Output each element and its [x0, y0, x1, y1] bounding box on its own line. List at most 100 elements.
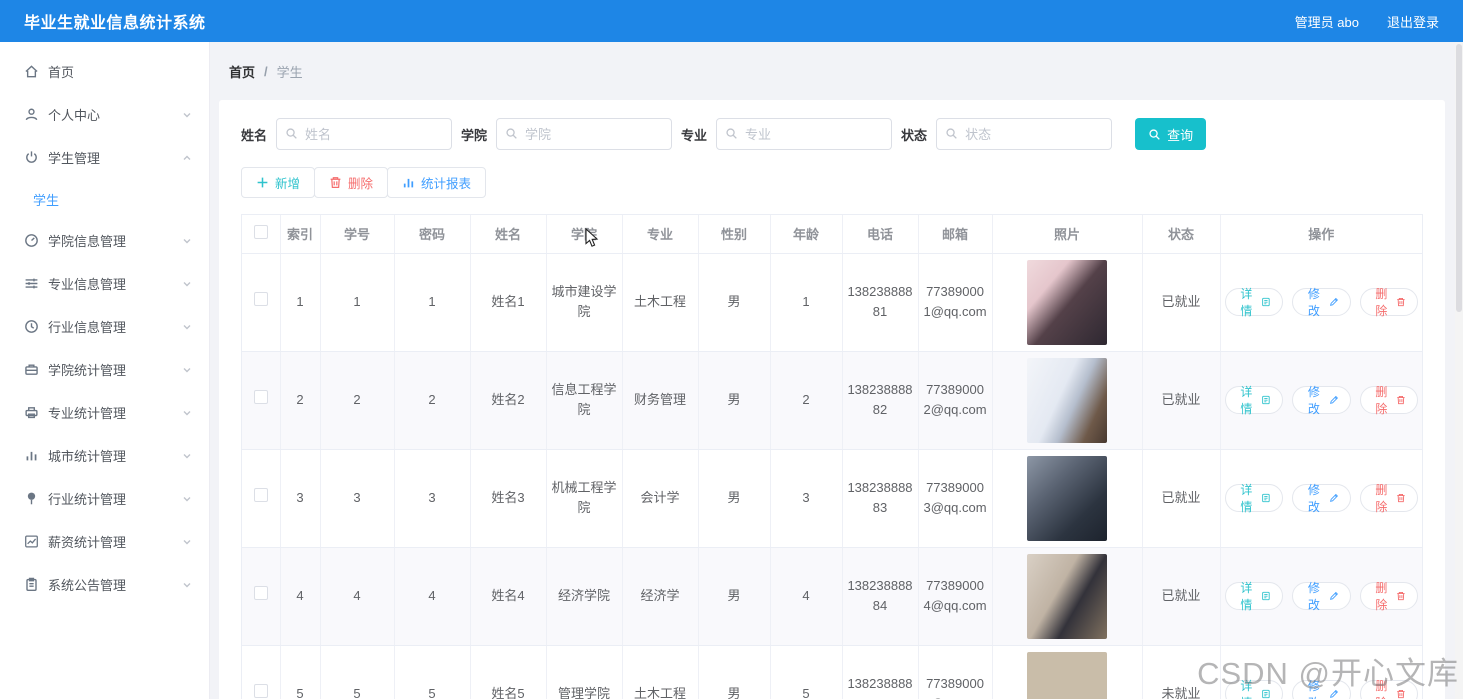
cell-name: 姓名5: [470, 645, 547, 699]
row-checkbox[interactable]: [253, 585, 268, 600]
remove-button[interactable]: 删除: [1359, 287, 1418, 318]
search-icon: [946, 128, 957, 139]
app-title: 毕业生就业信息统计系统: [24, 15, 206, 32]
cell-password: 5: [394, 645, 471, 699]
sidebar-item-label: 专业统计管理: [48, 406, 127, 421]
sidebar-item-label: 学生管理: [48, 151, 101, 166]
table-header-row: 索引 学号 密码 姓名 学院 专业 性别 年龄 电话 邮箱 照片 状态 操作: [242, 215, 1422, 254]
cell-index: 3: [280, 449, 321, 548]
chevron-down-icon: [183, 324, 191, 329]
filter-college: 学院: [461, 118, 673, 150]
sidebar-subitem-student[interactable]: 学生: [0, 179, 209, 219]
col-student-no: 学号: [320, 215, 395, 254]
breadcrumb-home[interactable]: 首页: [229, 62, 255, 81]
chevron-down-icon: [183, 582, 191, 587]
major-filter-input[interactable]: [716, 118, 893, 150]
document-icon: [1262, 395, 1270, 405]
search-icon: [726, 128, 737, 139]
sidebar-item-system-notice[interactable]: 系统公告管理: [0, 563, 209, 606]
sidebar-item-industry-info[interactable]: 行业信息管理: [0, 305, 209, 348]
detail-button[interactable]: 详情: [1224, 287, 1283, 318]
document-icon: [1262, 493, 1270, 503]
logout-link[interactable]: 退出登录: [1387, 12, 1439, 31]
cell-phone: 13823888882: [842, 351, 919, 450]
row-checkbox[interactable]: [253, 683, 268, 698]
edit-button[interactable]: 修改: [1292, 287, 1351, 318]
sidebar-subitem-label: 学生: [33, 192, 60, 208]
cell-name: 姓名3: [470, 449, 547, 548]
plus-icon: [257, 177, 268, 188]
col-password: 密码: [394, 215, 471, 254]
cell-email: 773890004@qq.com: [918, 547, 993, 646]
sidebar-item-major-info[interactable]: 专业信息管理: [0, 262, 209, 305]
current-user[interactable]: 管理员 abo: [1295, 12, 1359, 31]
pencil-icon: [1329, 297, 1338, 306]
edit-button[interactable]: 修改: [1292, 581, 1351, 612]
cell-college: 城市建设学院: [546, 253, 623, 352]
remove-button[interactable]: 删除: [1359, 679, 1418, 699]
detail-button[interactable]: 详情: [1224, 483, 1283, 514]
cell-college: 机械工程学院: [546, 449, 623, 548]
status-badge: 已就业: [1142, 351, 1221, 450]
scrollbar-thumb[interactable]: [1456, 44, 1462, 312]
search-button[interactable]: 查询: [1135, 118, 1207, 150]
document-icon: [1262, 297, 1270, 307]
trash-icon: [1397, 493, 1405, 503]
student-photo: [1027, 651, 1107, 699]
name-filter-input[interactable]: [276, 118, 453, 150]
sidebar-item-personal-center[interactable]: 个人中心: [0, 93, 209, 136]
college-filter-input[interactable]: [496, 118, 673, 150]
search-icon: [1149, 128, 1160, 140]
cell-age: 4: [770, 547, 843, 646]
cell-college: 信息工程学院: [546, 351, 623, 450]
sidebar-item-salary-stats[interactable]: 薪资统计管理: [0, 520, 209, 563]
report-button[interactable]: 统计报表: [387, 167, 487, 198]
cell-name: 姓名2: [470, 351, 547, 450]
row-checkbox[interactable]: [253, 487, 268, 502]
remove-button[interactable]: 删除: [1359, 385, 1418, 416]
cell-name: 姓名1: [470, 253, 547, 352]
sidebar-item-label: 学院信息管理: [48, 234, 127, 249]
cell-student-no: 4: [320, 547, 395, 646]
pencil-icon: [1329, 493, 1338, 502]
detail-button[interactable]: 详情: [1224, 679, 1283, 699]
sidebar-item-home[interactable]: 首页: [0, 50, 209, 93]
sidebar-item-college-info[interactable]: 学院信息管理: [0, 219, 209, 262]
select-all-checkbox[interactable]: [253, 225, 268, 240]
status-filter-input[interactable]: [936, 118, 1113, 150]
row-checkbox[interactable]: [253, 291, 268, 306]
detail-button[interactable]: 详情: [1224, 581, 1283, 612]
row-checkbox[interactable]: [253, 389, 268, 404]
filter-name: 姓名: [241, 118, 453, 150]
status-badge: 未就业: [1142, 645, 1221, 699]
sidebar-item-student-management[interactable]: 学生管理: [0, 136, 209, 179]
add-button[interactable]: 新增: [241, 167, 316, 198]
sidebar-item-city-stats[interactable]: 城市统计管理: [0, 434, 209, 477]
remove-button[interactable]: 删除: [1359, 581, 1418, 612]
sidebar-item-college-stats[interactable]: 学院统计管理: [0, 348, 209, 391]
main-content: 首页 / 学生 姓名 学院: [210, 42, 1463, 699]
col-gender: 性别: [698, 215, 771, 254]
cell-major: 土木工程: [622, 645, 699, 699]
detail-button[interactable]: 详情: [1224, 385, 1283, 416]
filter-status: 状态: [901, 118, 1113, 150]
col-college: 学院: [546, 215, 623, 254]
filter-college-label: 学院: [461, 127, 488, 143]
sidebar-item-major-stats[interactable]: 专业统计管理: [0, 391, 209, 434]
col-status: 状态: [1142, 215, 1221, 254]
chevron-down-icon: [183, 496, 191, 501]
edit-button[interactable]: 修改: [1292, 385, 1351, 416]
remove-button[interactable]: 删除: [1359, 483, 1418, 514]
edit-button[interactable]: 修改: [1292, 483, 1351, 514]
delete-button[interactable]: 删除: [314, 167, 389, 198]
vertical-scrollbar[interactable]: [1455, 42, 1463, 699]
table-toolbar: 新增 删除 统计报表: [241, 167, 1423, 198]
col-name: 姓名: [470, 215, 547, 254]
col-age: 年龄: [770, 215, 843, 254]
edit-button[interactable]: 修改: [1292, 679, 1351, 699]
sidebar-item-industry-stats[interactable]: 行业统计管理: [0, 477, 209, 520]
cell-index: 1: [280, 253, 321, 352]
cell-age: 5: [770, 645, 843, 699]
cell-gender: 男: [698, 449, 771, 548]
col-index: 索引: [280, 215, 321, 254]
